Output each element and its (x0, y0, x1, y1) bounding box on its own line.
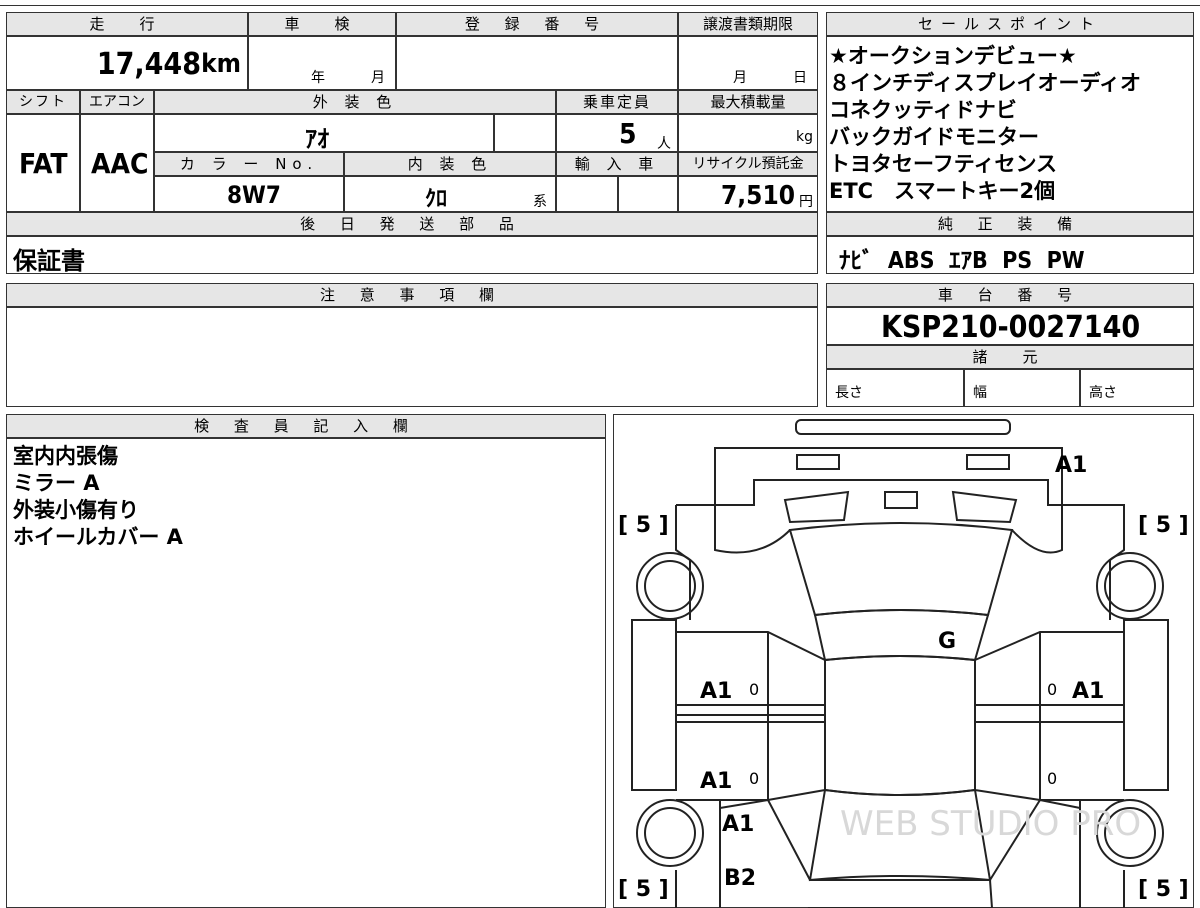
later-parts-cell: 保証書 (6, 236, 818, 275)
exterior-color-cell: ｱｵ (154, 114, 494, 153)
left-rear-door-mark: A1 (700, 679, 732, 704)
notes-header: 注 意 事 項 欄 (6, 283, 818, 307)
import-header: 輸 入 車 (556, 152, 678, 176)
load-unit: kg (796, 129, 813, 145)
transfer-deadline-header: 譲渡書類期限 (678, 12, 818, 36)
genuine-equipment-header: 純 正 装 備 (826, 212, 1194, 236)
recycle-unit: 円 (799, 194, 813, 210)
zero-mark: 0 (749, 769, 759, 788)
sales-point-item: コネクッティドナビ (829, 98, 1017, 122)
max-load-header: 最大積載量 (678, 90, 818, 114)
zero-mark: 0 (749, 680, 759, 699)
sales-point-item: トヨタセーフティセンス (829, 152, 1058, 176)
mileage-value: 17,448 (96, 47, 201, 82)
transfer-day: 日 (793, 70, 807, 86)
capacity-value: 5 (619, 117, 637, 150)
color-no-cell: 8W7 (154, 176, 344, 212)
spec-width-label: 幅 (973, 385, 987, 401)
shift-cell: FAT (6, 114, 80, 212)
left-bumper-mark: B2 (724, 866, 756, 891)
aircon-header: エアコン (80, 90, 154, 114)
later-parts-value: 保証書 (13, 247, 85, 275)
inspector-note: 外装小傷有り (13, 498, 139, 522)
aircon-cell: AAC (80, 114, 154, 212)
recycle-value: 7,510 (721, 181, 795, 211)
interior-cell: ｸﾛ 系 (344, 176, 556, 212)
interior-header: 内 装 色 (344, 152, 556, 176)
exterior-color-value: ｱｵ (305, 125, 329, 153)
shaken-month: 月 (371, 70, 385, 86)
spec-height-label: 高さ (1089, 385, 1117, 401)
tire-mark-top-right: [ 5 ] (1138, 513, 1189, 538)
registration-cell (396, 36, 678, 90)
roof-damage-mark: G (938, 629, 956, 654)
shaken-header: 車 検 (248, 12, 396, 36)
chassis-header: 車 台 番 号 (826, 283, 1194, 307)
shaken-year: 年 (311, 70, 325, 86)
tire-mark-bottom-left: [ 5 ] (618, 877, 669, 902)
sales-point-header: セールスポイント (826, 12, 1194, 36)
exterior-header: 外 装 色 (154, 90, 556, 114)
registration-header: 登 録 番 号 (396, 12, 678, 36)
shift-header: シフト (6, 90, 80, 114)
chassis-cell: KSP210-0027140 (826, 307, 1194, 345)
recycle-header: リサイクル預託金 (678, 152, 818, 176)
car-diagram-panel: WEB STUDIO PRO [ 5 ] [ 5 ] [ 5 ] [ 5 ] A… (613, 414, 1194, 908)
left-front-door-mark: A1 (700, 769, 732, 794)
import-cell-a (556, 176, 618, 212)
sales-point-item: バックガイドモニター (829, 125, 1039, 149)
interior-value: ｸﾛ (425, 187, 448, 212)
max-load-cell: kg (678, 114, 818, 152)
cropped-top-strip (0, 0, 1200, 6)
chassis-value: KSP210-0027140 (881, 310, 1141, 345)
exterior-extra-cell (494, 114, 556, 152)
tire-mark-top-left: [ 5 ] (618, 513, 669, 538)
spec-width-cell: 幅 (964, 369, 1080, 407)
inspector-cell: 室内内張傷 ミラー A 外装小傷有り ホイールカバー A (6, 438, 606, 908)
mileage-unit: km (201, 49, 241, 79)
spec-length-cell: 長さ (826, 369, 964, 407)
aircon-value: AAC (91, 147, 149, 180)
capacity-cell: 5 人 (556, 114, 678, 152)
left-fender-mark: A1 (722, 812, 754, 837)
watermark-text: WEB STUDIO PRO (840, 804, 1141, 844)
car-diagram: WEB STUDIO PRO [ 5 ] [ 5 ] [ 5 ] [ 5 ] A… (618, 419, 1189, 908)
inspector-note: 室内内張傷 (13, 444, 118, 468)
transfer-month: 月 (733, 70, 747, 86)
capacity-header: 乗車定員 (556, 90, 678, 114)
zero-mark: 0 (1047, 680, 1057, 699)
inspector-note: ミラー A (13, 471, 100, 495)
specs-header: 諸 元 (826, 345, 1194, 369)
import-cell-b (618, 176, 678, 212)
inspector-header: 検 査 員 記 入 欄 (6, 414, 606, 438)
notes-cell (6, 307, 818, 407)
shift-value: FAT (19, 147, 68, 180)
genuine-equipment-value: ﾅﾋﾞ ABS ｴｱB PS PW (839, 248, 1085, 274)
sales-point-item: ８インチディスプレイオーディオ (829, 71, 1142, 95)
later-parts-header: 後 日 発 送 部 品 (6, 212, 818, 236)
interior-suffix: 系 (533, 194, 547, 210)
transfer-cell: 月 日 (678, 36, 818, 90)
right-rear-door-mark: A1 (1072, 679, 1104, 704)
sales-point-item: ETC スマートキー2個 (829, 179, 1056, 203)
shaken-cell: 年 月 (248, 36, 396, 90)
sales-point-item: ★オークションデビュー★ (829, 44, 1077, 68)
spec-length-label: 長さ (835, 385, 863, 401)
mileage-cell: 17,448 km (6, 36, 248, 90)
sales-point-cell: ★オークションデビュー★ ８インチディスプレイオーディオ コネクッティドナビ バ… (826, 36, 1194, 212)
capacity-unit: 人 (657, 136, 671, 152)
color-no-value: 8W7 (227, 181, 281, 209)
mileage-header: 走 行 (6, 12, 248, 36)
spec-height-cell: 高さ (1080, 369, 1194, 407)
recycle-cell: 7,510 円 (678, 176, 818, 212)
genuine-equipment-cell: ﾅﾋﾞ ABS ｴｱB PS PW (826, 236, 1194, 274)
color-no-header: カ ラ ー No. (154, 152, 344, 176)
rear-damage-mark: A1 (1055, 453, 1087, 478)
zero-mark: 0 (1047, 769, 1057, 788)
inspector-note: ホイールカバー A (13, 525, 183, 549)
tire-mark-bottom-right: [ 5 ] (1138, 877, 1189, 902)
